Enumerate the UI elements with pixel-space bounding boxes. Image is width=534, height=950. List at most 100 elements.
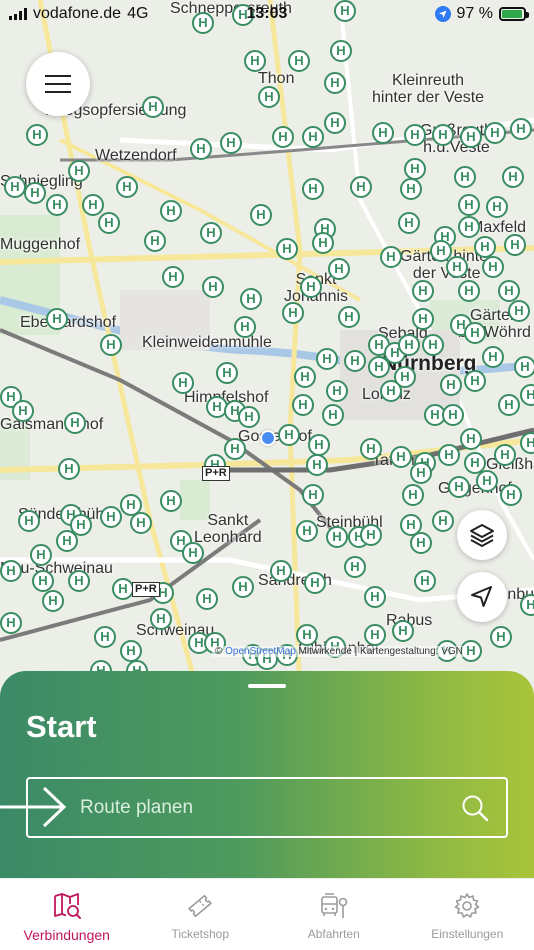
bus-stop-marker[interactable]: H <box>484 122 506 144</box>
bus-stop-marker[interactable]: H <box>446 256 468 278</box>
bus-stop-marker[interactable]: H <box>474 236 496 258</box>
bus-stop-marker[interactable]: H <box>432 510 454 532</box>
bus-stop-marker[interactable]: H <box>100 334 122 356</box>
bus-stop-marker[interactable]: H <box>360 438 382 460</box>
bus-stop-marker[interactable]: H <box>432 124 454 146</box>
bus-stop-marker[interactable]: H <box>328 258 350 280</box>
bus-stop-marker[interactable]: H <box>404 124 426 146</box>
bus-stop-marker[interactable]: H <box>458 194 480 216</box>
bus-stop-marker[interactable]: H <box>162 266 184 288</box>
search-icon[interactable] <box>460 793 490 823</box>
bus-stop-marker[interactable]: H <box>68 160 90 182</box>
bus-stop-marker[interactable]: H <box>64 412 86 434</box>
bus-stop-marker[interactable]: H <box>46 308 68 330</box>
bus-stop-marker[interactable]: H <box>404 158 426 180</box>
bus-stop-marker[interactable]: H <box>100 506 122 528</box>
bus-stop-marker[interactable]: H <box>410 462 432 484</box>
bus-stop-marker[interactable]: H <box>24 182 46 204</box>
bus-stop-marker[interactable]: H <box>482 346 504 368</box>
bus-stop-marker[interactable]: H <box>296 520 318 542</box>
bus-stop-marker[interactable]: H <box>510 118 532 140</box>
bus-stop-marker[interactable]: H <box>58 458 80 480</box>
bus-stop-marker[interactable]: H <box>142 96 164 118</box>
bus-stop-marker[interactable]: H <box>494 444 516 466</box>
bus-stop-marker[interactable]: H <box>294 366 316 388</box>
bus-stop-marker[interactable]: H <box>344 350 366 372</box>
bus-stop-marker[interactable]: H <box>458 216 480 238</box>
bus-stop-marker[interactable]: H <box>312 232 334 254</box>
bus-stop-marker[interactable]: H <box>302 126 324 148</box>
bus-stop-marker[interactable]: H <box>392 620 414 642</box>
bus-stop-marker[interactable]: H <box>498 280 520 302</box>
bus-stop-marker[interactable]: H <box>414 570 436 592</box>
bus-stop-marker[interactable]: H <box>460 126 482 148</box>
bus-stop-marker[interactable]: H <box>438 444 460 466</box>
bus-stop-marker[interactable]: H <box>368 356 390 378</box>
bus-stop-marker[interactable]: H <box>324 112 346 134</box>
bus-stop-marker[interactable]: H <box>458 280 480 302</box>
bus-stop-marker[interactable]: H <box>112 578 134 600</box>
bus-stop-marker[interactable]: H <box>498 394 520 416</box>
bus-stop-marker[interactable]: H <box>46 194 68 216</box>
bus-stop-marker[interactable]: H <box>172 372 194 394</box>
bus-stop-marker[interactable]: H <box>270 560 292 582</box>
bus-stop-marker[interactable]: H <box>326 526 348 548</box>
bus-stop-marker[interactable]: H <box>272 126 294 148</box>
bus-stop-marker[interactable]: H <box>250 204 272 226</box>
bus-stop-marker[interactable]: H <box>276 238 298 260</box>
bus-stop-marker[interactable]: H <box>380 246 402 268</box>
bus-stop-marker[interactable]: H <box>244 50 266 72</box>
bus-stop-marker[interactable]: H <box>508 300 530 322</box>
bus-stop-marker[interactable]: H <box>364 586 386 608</box>
bus-stop-marker[interactable]: H <box>422 334 444 356</box>
bus-stop-marker[interactable]: H <box>398 334 420 356</box>
bus-stop-marker[interactable]: H <box>504 234 526 256</box>
bus-stop-marker[interactable]: H <box>0 612 22 634</box>
bus-stop-marker[interactable]: H <box>232 576 254 598</box>
bus-stop-marker[interactable]: H <box>372 122 394 144</box>
bus-stop-marker[interactable]: H <box>500 484 522 506</box>
bus-stop-marker[interactable]: H <box>302 484 324 506</box>
bus-stop-marker[interactable]: H <box>12 400 34 422</box>
bus-stop-marker[interactable]: H <box>18 510 40 532</box>
osm-link[interactable]: OpenStreetMap <box>225 646 296 657</box>
bus-stop-marker[interactable]: H <box>338 306 360 328</box>
bus-stop-marker[interactable]: H <box>302 178 324 200</box>
bus-stop-marker[interactable]: H <box>308 434 330 456</box>
bus-stop-marker[interactable]: H <box>490 626 512 648</box>
bus-stop-marker[interactable]: H <box>182 542 204 564</box>
bus-stop-marker[interactable]: H <box>300 276 322 298</box>
bus-stop-marker[interactable]: H <box>476 470 498 492</box>
bus-stop-marker[interactable]: H <box>150 608 172 630</box>
bus-stop-marker[interactable]: H <box>390 446 412 468</box>
tab-einstellungen[interactable]: Einstellungen <box>401 879 534 950</box>
bus-stop-marker[interactable]: H <box>442 404 464 426</box>
bus-stop-marker[interactable]: H <box>316 348 338 370</box>
bus-stop-marker[interactable]: H <box>502 166 524 188</box>
bus-stop-marker[interactable]: H <box>30 544 52 566</box>
bus-stop-marker[interactable]: H <box>464 370 486 392</box>
tab-abfahrten[interactable]: Abfahrten <box>267 879 401 950</box>
map-layers-button[interactable] <box>457 510 507 560</box>
bus-stop-marker[interactable]: H <box>292 394 314 416</box>
bus-stop-marker[interactable]: H <box>326 380 348 402</box>
bus-stop-marker[interactable]: H <box>94 626 116 648</box>
bus-stop-marker[interactable]: H <box>240 288 262 310</box>
bus-stop-marker[interactable]: H <box>120 640 142 662</box>
bus-stop-marker[interactable]: H <box>400 178 422 200</box>
bus-stop-marker[interactable]: H <box>304 572 326 594</box>
bus-stop-marker[interactable]: H <box>464 322 486 344</box>
bus-stop-marker[interactable]: H <box>360 524 382 546</box>
bus-stop-marker[interactable]: H <box>460 428 482 450</box>
bus-stop-marker[interactable]: H <box>350 176 372 198</box>
bus-stop-marker[interactable]: H <box>32 570 54 592</box>
locate-me-button[interactable] <box>457 572 507 622</box>
bus-stop-marker[interactable]: H <box>364 624 386 646</box>
bus-stop-marker[interactable]: H <box>56 530 78 552</box>
bus-stop-marker[interactable]: H <box>144 230 166 252</box>
bus-stop-marker[interactable]: H <box>412 308 434 330</box>
bus-stop-marker[interactable]: H <box>160 490 182 512</box>
bus-stop-marker[interactable]: H <box>4 176 26 198</box>
bus-stop-marker[interactable]: H <box>380 380 402 402</box>
bus-stop-marker[interactable]: H <box>202 276 224 298</box>
